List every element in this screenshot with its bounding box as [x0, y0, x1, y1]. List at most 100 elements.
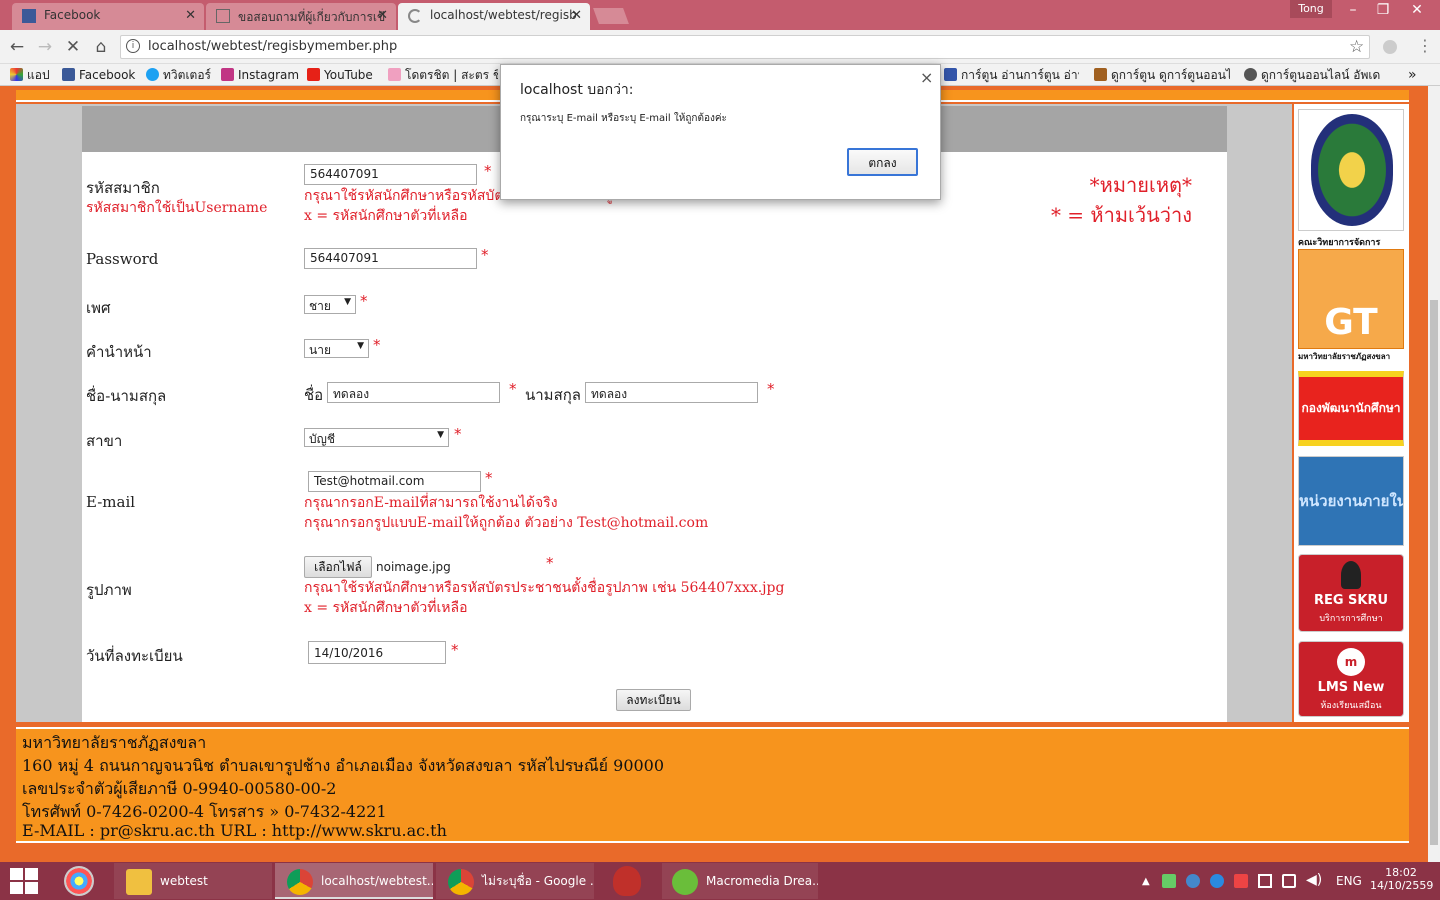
cartoon-icon	[1094, 68, 1107, 81]
display-icon[interactable]	[1282, 874, 1296, 888]
gender-label: เพศ	[86, 299, 111, 317]
required-mark: *	[373, 336, 381, 354]
graduate-icon	[1341, 561, 1361, 589]
dialog-close-icon[interactable]: ×	[920, 68, 933, 87]
prefix-select[interactable]: นาย ▼	[304, 339, 369, 358]
stop-icon[interactable]: ✕	[62, 36, 84, 58]
bookmark-facebook[interactable]: Facebook	[62, 67, 135, 83]
bookmark-youtube[interactable]: YouTube	[307, 67, 373, 83]
reg-skru-banner[interactable]: REG SKRU บริการการศึกษา	[1298, 554, 1404, 632]
chrome-icon	[287, 868, 313, 895]
email-input[interactable]: Test@hotmail.com	[308, 471, 481, 492]
cartoon-icon	[944, 68, 957, 81]
taskbar-chrome-localhost[interactable]: localhost/webtest...	[275, 863, 433, 899]
forward-icon[interactable]: →	[34, 36, 56, 58]
required-mark: *	[360, 292, 368, 310]
member-id-input[interactable]: 564407091	[304, 164, 477, 185]
dropdown-arrow-icon: ▼	[357, 341, 364, 351]
wifi-icon[interactable]	[1258, 874, 1272, 888]
info-icon[interactable]: i	[126, 39, 140, 53]
security-icon[interactable]	[1234, 874, 1248, 888]
bookmark-instagram[interactable]: Instagram	[221, 67, 299, 83]
tray-icon[interactable]	[1186, 874, 1200, 888]
major-label: สาขา	[86, 432, 123, 450]
gt-text: GT	[1324, 302, 1378, 343]
tab-localhost[interactable]: localhost/webtest/regisb ✕	[398, 3, 590, 30]
volume-icon[interactable]: ◀)	[1306, 872, 1322, 888]
regdate-input[interactable]: 14/10/2016	[308, 641, 446, 664]
home-icon[interactable]: ⌂	[90, 36, 112, 58]
network-icon[interactable]	[1162, 874, 1176, 888]
clock-time: 18:02	[1385, 866, 1417, 879]
dialog-title: localhost บอกว่า:	[520, 82, 634, 98]
bookmark-8[interactable]: ดูการ์ตูนออนไลน์ อัพเดทิ	[1244, 67, 1380, 83]
back-icon[interactable]: ←	[6, 36, 28, 58]
paint-icon[interactable]	[64, 866, 94, 896]
bookmark-5[interactable]: โดตรชิต | สะตร ชิรื่	[388, 67, 498, 83]
register-button[interactable]: ลงทะเบียน	[616, 689, 691, 711]
dropdown-arrow-icon: ▼	[344, 297, 351, 307]
heart-icon	[388, 68, 401, 81]
restore-icon[interactable]: ❐	[1366, 0, 1400, 22]
last-name-input[interactable]: ทดลอง	[585, 382, 758, 403]
chrome-icon	[448, 868, 474, 895]
bookmark-apps[interactable]: แอป	[10, 67, 50, 83]
taskbar-chrome-incognito[interactable]: ไม่ระบุชื่อ - Google ...	[436, 863, 594, 899]
skru-logo[interactable]	[1298, 109, 1404, 231]
url-text[interactable]: localhost/webtest/regisbymember.php	[148, 39, 397, 54]
facebook-icon	[22, 9, 36, 23]
student-dev-banner[interactable]: กองพัฒนานักศึกษา	[1298, 371, 1404, 446]
gt-caption: มหาวิทยาลัยราชภัฏสงขลา	[1298, 352, 1391, 361]
gt-banner[interactable]: GT	[1298, 249, 1404, 349]
tab-title: Facebook	[44, 8, 101, 22]
required-mark: *	[509, 380, 517, 398]
close-tab-icon[interactable]: ✕	[571, 8, 582, 23]
major-select[interactable]: บัญชี ▼	[304, 428, 449, 447]
lms-banner[interactable]: m LMS New ห้องเรียนเสมือน	[1298, 641, 1404, 717]
photo-hint-x: x = รหัสนักศึกษาตัวที่เหลือ	[304, 600, 468, 616]
app-icon[interactable]	[613, 866, 641, 896]
windows-start-icon[interactable]	[10, 868, 38, 894]
bookmarks-more[interactable]: »	[1408, 67, 1417, 83]
note-required: * = ห้ามเว้นว่าง	[1050, 203, 1192, 227]
footer-address: 160 หมู่ 4 ถนนกาญจนวนิช ตำบลเขารูปช้าง อ…	[22, 756, 665, 775]
tab-facebook[interactable]: Facebook ✕	[12, 3, 204, 30]
bookmark-6[interactable]: การ์ตูน อ่านการ์ตูน อ่านก	[944, 67, 1079, 83]
taskbar-webtest[interactable]: webtest	[114, 863, 272, 899]
bookmark-star-icon[interactable]: ☆	[1349, 37, 1364, 57]
name-label: ชื่อ-นามสกุล	[86, 387, 167, 405]
tab-question[interactable]: ขอสอบถามที่ผู้เกี่ยวกับการเขี ✕	[206, 3, 396, 30]
profile-button[interactable]: Tong	[1290, 0, 1332, 18]
required-mark: *	[451, 641, 459, 659]
password-input[interactable]: 564407091	[304, 248, 477, 269]
twitter-icon	[146, 68, 159, 81]
internal-units-banner[interactable]: หน่วยงานภายใน	[1298, 456, 1404, 546]
required-mark: *	[454, 425, 462, 443]
menu-icon[interactable]: ⋮	[1417, 36, 1433, 55]
clock[interactable]: 18:02 14/10/2559	[1370, 866, 1433, 892]
bookmark-twitter[interactable]: ทวิตเตอร์	[146, 67, 211, 83]
photo-hint: กรุณาใช้รหัสนักศึกษาหรือรหัสบัตรประชาชนต…	[304, 580, 785, 596]
required-mark: *	[484, 162, 492, 180]
loading-icon	[408, 9, 422, 23]
close-window-icon[interactable]: ✕	[1400, 0, 1434, 22]
lms-subtitle: ห้องเรียนเสมือน	[1320, 701, 1382, 711]
extension-icon[interactable]	[1383, 40, 1397, 54]
choose-file-button[interactable]: เลือกไฟล์	[304, 556, 372, 578]
scrollbar-thumb[interactable]	[1430, 300, 1438, 845]
gender-select[interactable]: ชาย ▼	[304, 295, 356, 314]
language-indicator[interactable]: ENG	[1336, 874, 1362, 888]
info-tray-icon[interactable]	[1210, 874, 1224, 888]
bookmark-7[interactable]: ดูการ์ตูน ดูการ์ตูนออนไลน์	[1094, 67, 1230, 83]
required-mark: *	[546, 554, 554, 572]
close-tab-icon[interactable]: ✕	[377, 8, 388, 23]
minimize-icon[interactable]: –	[1336, 0, 1370, 22]
last-name-label: นามสกุล	[525, 386, 581, 404]
tray-expand-icon[interactable]: ▲	[1142, 876, 1150, 887]
dialog-ok-button[interactable]: ตกลง	[847, 148, 918, 176]
taskbar-dreamweaver[interactable]: Macromedia Drea...	[662, 863, 818, 899]
required-mark: *	[481, 246, 489, 264]
first-name-input[interactable]: ทดลอง	[327, 382, 500, 403]
close-tab-icon[interactable]: ✕	[185, 8, 196, 23]
new-tab-button[interactable]	[593, 8, 629, 24]
